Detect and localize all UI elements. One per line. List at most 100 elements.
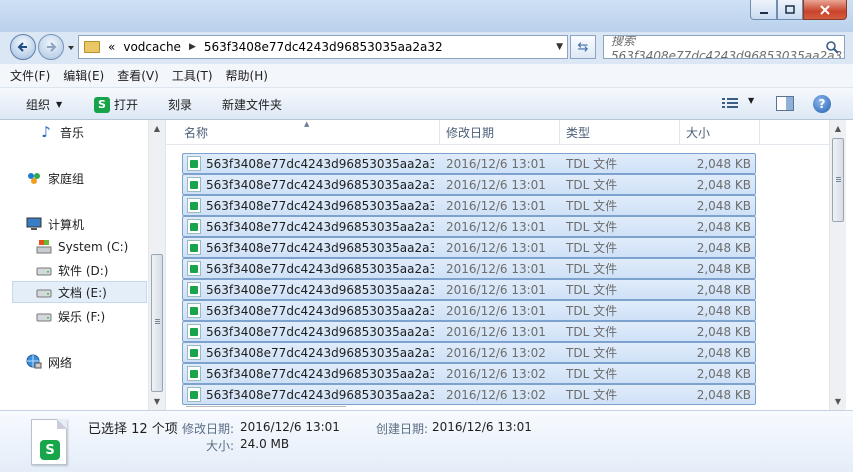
menu-help[interactable]: 帮助(H): [226, 67, 268, 84]
open-label: 打开: [114, 98, 139, 112]
nav-item-system-c[interactable]: System (C:): [36, 236, 128, 258]
new-folder-button[interactable]: 新建文件夹: [222, 96, 282, 113]
window-controls: [750, 0, 847, 20]
file-date: 2016/12/6 13:01: [446, 261, 546, 276]
table-row[interactable]: 563f3408e77dc4243d96853035aa2a32 2016/12/…: [182, 279, 756, 300]
scrollbar-thumb[interactable]: [832, 138, 844, 222]
column-header-name[interactable]: 名称: [178, 120, 440, 145]
file-size: 2,048 KB: [696, 177, 751, 192]
nav-item-drive-f[interactable]: 娱乐 (F:): [36, 305, 105, 327]
system-drive-icon: [36, 239, 52, 255]
breadcrumb-current-folder[interactable]: 563f3408e77dc4243d96853035aa2a32: [204, 40, 443, 54]
file-date: 2016/12/6 13:02: [446, 345, 546, 360]
column-header-date[interactable]: 修改日期: [440, 120, 560, 145]
address-bar[interactable]: « vodcache ▶ 563f3408e77dc4243d96853035a…: [78, 35, 568, 59]
menu-tools[interactable]: 工具(T): [172, 67, 213, 84]
nav-item-network[interactable]: 网络: [26, 351, 72, 373]
nav-item-label: 音乐: [60, 125, 85, 140]
forward-button[interactable]: [38, 34, 64, 60]
arrow-left-icon: [17, 42, 27, 52]
file-name: 563f3408e77dc4243d96853035aa2a32: [206, 177, 434, 192]
arrow-right-icon: [47, 42, 57, 52]
table-row[interactable]: 563f3408e77dc4243d96853035aa2a32 2016/12/…: [182, 237, 756, 258]
scroll-up-icon[interactable]: ▲: [149, 120, 165, 137]
refresh-button[interactable]: ⇆: [570, 35, 596, 59]
address-dropdown-icon[interactable]: ▼: [556, 42, 563, 52]
menu-edit[interactable]: 编辑(E): [63, 67, 104, 84]
maximize-button[interactable]: [777, 0, 803, 20]
burn-button[interactable]: 刻录: [168, 96, 192, 113]
organize-button[interactable]: 组织 ▼: [26, 96, 62, 113]
open-button[interactable]: S 打开: [94, 96, 138, 113]
tdl-file-icon: [187, 282, 201, 297]
menu-file[interactable]: 文件(F): [10, 67, 50, 84]
file-size: 2,048 KB: [696, 156, 751, 171]
table-row[interactable]: 563f3408e77dc4243d96853035aa2a32 2016/12/…: [182, 174, 756, 195]
minimize-button[interactable]: [750, 0, 777, 20]
scrollbar-thumb[interactable]: [151, 254, 163, 392]
drive-icon: [36, 308, 52, 324]
nav-item-label: 家庭组: [48, 171, 85, 186]
view-options-icon[interactable]: [722, 97, 738, 110]
file-name: 563f3408e77dc4243d96853035aa2a32: [206, 345, 434, 360]
modified-date-label: 修改日期:: [182, 422, 235, 436]
details-pane: S 已选择 12 个项 修改日期: 2016/12/6 13:01 创建日期: …: [0, 410, 853, 472]
file-date: 2016/12/6 13:01: [446, 303, 546, 318]
navigation-scrollbar[interactable]: ▲ ▼: [148, 120, 165, 410]
scroll-down-icon[interactable]: ▼: [149, 393, 165, 410]
nav-item-drive-d[interactable]: 软件 (D:): [36, 259, 108, 281]
preview-pane-icon[interactable]: [776, 96, 794, 111]
menu-view[interactable]: 查看(V): [117, 67, 159, 84]
table-row[interactable]: 563f3408e77dc4243d96853035aa2a32 2016/12/…: [182, 153, 756, 174]
file-name: 563f3408e77dc4243d96853035aa2a32: [206, 366, 434, 381]
table-row[interactable]: 563f3408e77dc4243d96853035aa2a32 2016/12/…: [182, 195, 756, 216]
nav-item-drive-e[interactable]: 文档 (E:): [12, 281, 147, 303]
file-date: 2016/12/6 13:02: [446, 387, 546, 402]
nav-item-homegroup[interactable]: 家庭组: [26, 167, 84, 189]
drive-icon: [36, 284, 52, 300]
help-icon[interactable]: ?: [813, 95, 831, 113]
file-rows: 563f3408e77dc4243d96853035aa2a32 2016/12/…: [182, 153, 756, 405]
nav-item-computer[interactable]: 计算机: [26, 213, 84, 235]
column-header-type[interactable]: 类型: [560, 120, 680, 145]
selection-count: 已选择 12 个项: [88, 422, 178, 437]
column-header-size[interactable]: 大小: [680, 120, 760, 145]
table-row[interactable]: 563f3408e77dc4243d96853035aa2a32 2016/12/…: [182, 216, 756, 237]
file-type: TDL 文件: [566, 325, 618, 339]
nav-item-music[interactable]: ♪ 音乐: [38, 121, 84, 143]
view-dropdown-icon[interactable]: ▼: [748, 96, 754, 105]
organize-label: 组织: [26, 98, 51, 112]
file-name: 563f3408e77dc4243d96853035aa2a32: [206, 387, 434, 402]
size-value: 24.0 MB: [240, 437, 290, 451]
created-date-value: 2016/12/6 13:01: [432, 420, 532, 434]
file-type: TDL 文件: [566, 346, 618, 360]
table-row[interactable]: 563f3408e77dc4243d96853035aa2a32 2016/12/…: [182, 300, 756, 321]
maximize-icon: [785, 4, 795, 14]
table-row[interactable]: 563f3408e77dc4243d96853035aa2a32 2016/12/…: [182, 384, 756, 405]
recent-pages-dropdown[interactable]: [66, 42, 76, 52]
table-row[interactable]: 563f3408e77dc4243d96853035aa2a32 2016/12/…: [182, 321, 756, 342]
table-row[interactable]: 563f3408e77dc4243d96853035aa2a32 2016/12/…: [182, 342, 756, 363]
modified-date-value: 2016/12/6 13:01: [240, 420, 340, 434]
nav-item-label: 网络: [48, 355, 73, 370]
drive-icon: [36, 262, 52, 278]
wps-icon: S: [40, 440, 60, 460]
table-row[interactable]: 563f3408e77dc4243d96853035aa2a32 2016/12/…: [182, 363, 756, 384]
folder-icon: [84, 41, 100, 53]
size-label: 大小:: [206, 439, 235, 453]
scroll-down-icon[interactable]: ▼: [830, 393, 846, 410]
breadcrumb-vodcache[interactable]: vodcache: [123, 40, 181, 54]
navigation-pane: ♪ 音乐 家庭组 计算机 System (C:) 软件 (D:) 文档 (E:): [0, 120, 165, 410]
table-row[interactable]: 563f3408e77dc4243d96853035aa2a32 2016/12/…: [182, 258, 756, 279]
homegroup-icon: [26, 170, 42, 186]
breadcrumb-separator-icon[interactable]: ▶: [189, 42, 196, 52]
title-bar: [0, 0, 853, 32]
nav-item-label: 娱乐 (F:): [58, 309, 106, 324]
breadcrumb-overflow[interactable]: «: [108, 40, 115, 54]
back-button[interactable]: [10, 34, 36, 60]
search-input[interactable]: 搜索 563f3408e77dc4243d96853035aa2a32: [603, 35, 845, 59]
file-type: TDL 文件: [566, 367, 618, 381]
scroll-up-icon[interactable]: ▲: [830, 120, 846, 137]
close-button[interactable]: [803, 0, 847, 20]
file-list-scrollbar[interactable]: ▲ ▼: [829, 120, 846, 410]
